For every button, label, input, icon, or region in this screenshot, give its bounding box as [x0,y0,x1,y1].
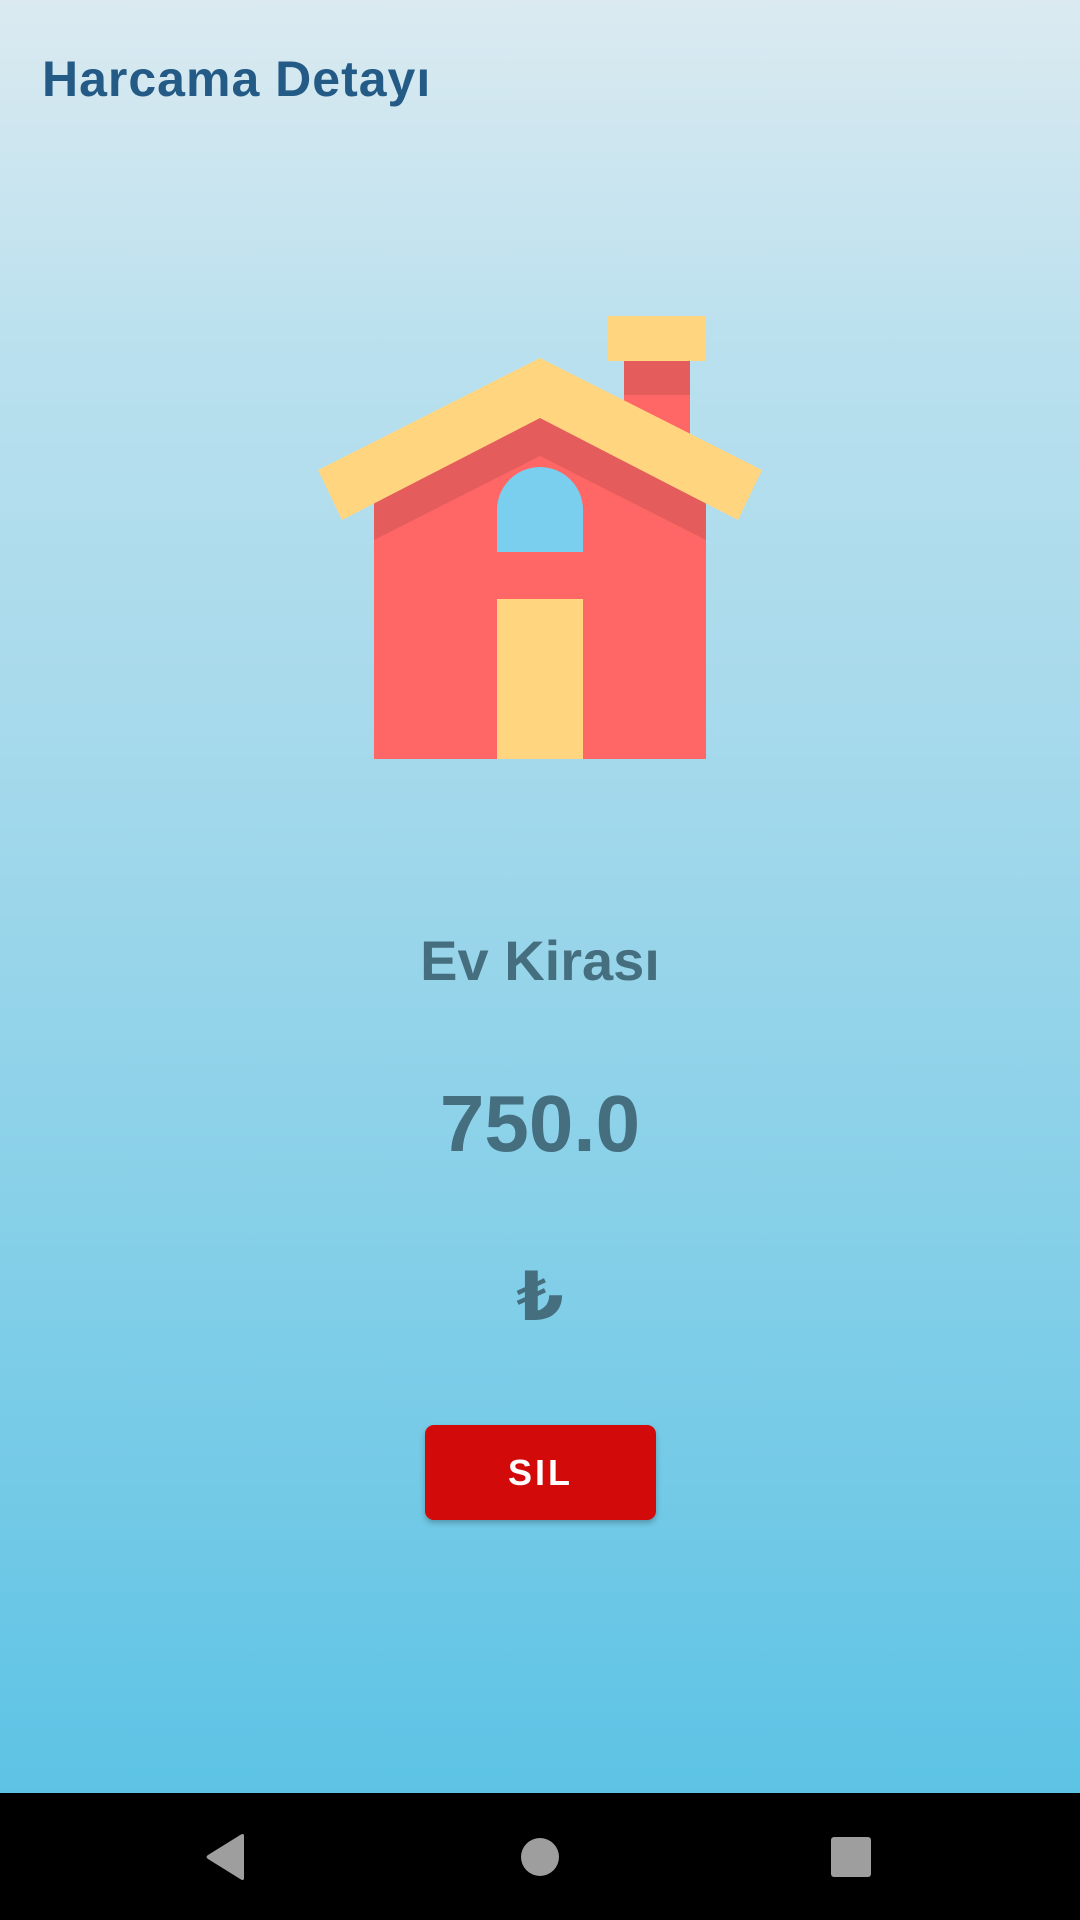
home-icon [521,1837,559,1876]
nav-recents-button[interactable] [791,1793,911,1920]
expense-detail-screen: Harcama Detayı Ev Kirası 750.0 ₺ SIL [0,0,1080,1793]
nav-home-button[interactable] [480,1793,600,1920]
delete-button[interactable]: SIL [425,1425,656,1520]
expense-category: Ev Kirası [420,929,660,992]
page-title: Harcama Detayı [42,51,432,107]
house-icon [318,316,762,759]
back-icon [206,1833,244,1880]
system-navigation-bar [0,1793,1080,1920]
expense-amount: 750.0 [439,1079,641,1168]
currency-symbol: ₺ [516,1259,564,1335]
nav-back-button[interactable] [166,1793,286,1920]
recents-icon [831,1836,871,1877]
